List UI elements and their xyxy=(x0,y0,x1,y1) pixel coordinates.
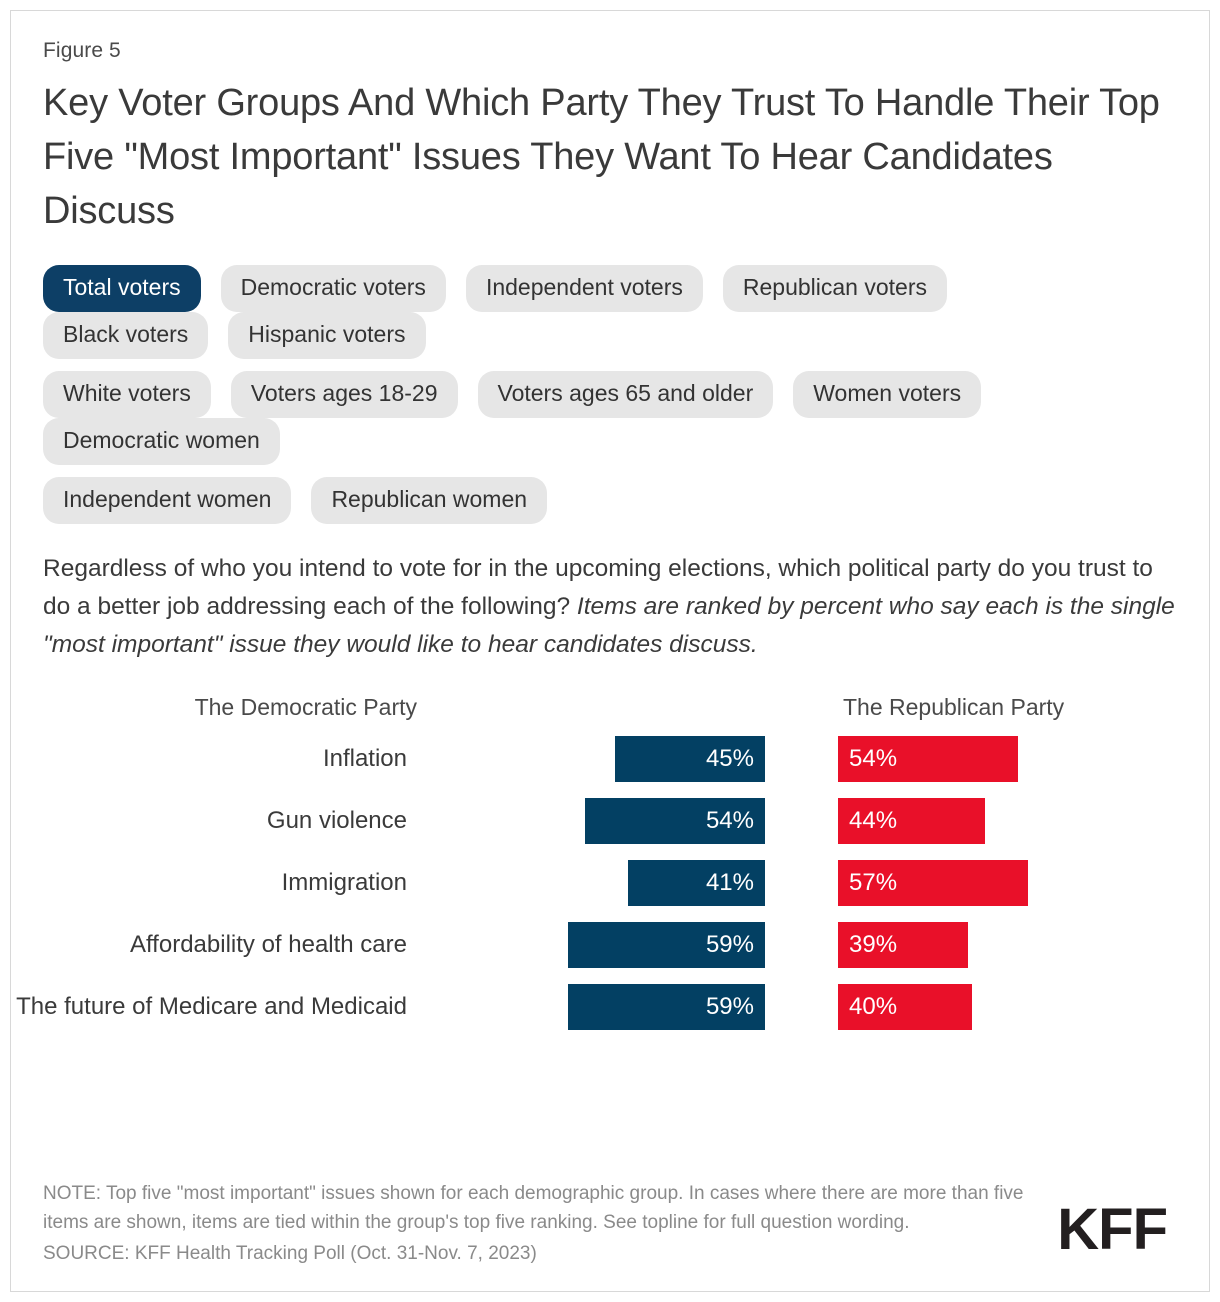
row-label-inflation: Inflation xyxy=(322,744,407,772)
figure-number: Figure 5 xyxy=(43,39,121,62)
tab-white-voters[interactable]: White voters xyxy=(43,370,211,418)
tab-total-voters[interactable]: Total voters xyxy=(43,264,201,312)
tab-independent-women[interactable]: Independent women xyxy=(43,476,292,524)
bar-republican-immigration: 57% xyxy=(838,859,1029,906)
bar-republican-future-of-medicare-and-medicaid: 40% xyxy=(838,983,972,1030)
kff-logo: KFF xyxy=(1057,1197,1168,1262)
bar-value-republican-gun-violence: 44% xyxy=(849,806,898,834)
figure-card: Figure 5 Key Voter Groups And Which Part… xyxy=(10,10,1210,1292)
bar-republican-gun-violence: 44% xyxy=(838,797,985,844)
tab-independent-voters[interactable]: Independent voters xyxy=(465,264,703,312)
bar-democratic-future-of-medicare-and-medicaid: 59% xyxy=(567,983,765,1030)
tab-group-2: White voters Voters ages 18-29 Voters ag… xyxy=(43,370,1148,465)
page-title: Key Voter Groups And Which Party They Tr… xyxy=(43,82,1160,232)
bar-value-democratic-immigration: 41% xyxy=(705,868,754,896)
row-label-gun-violence: Gun violence xyxy=(266,806,407,834)
bar-value-democratic-affordability-of-health-care: 59% xyxy=(705,930,754,958)
bar-value-republican-immigration: 57% xyxy=(849,868,898,896)
bar-value-democratic-gun-violence: 54% xyxy=(705,806,754,834)
bar-value-republican-future-of-medicare-and-medicaid: 40% xyxy=(849,992,898,1020)
note-text: NOTE: Top five "most important" issues s… xyxy=(43,1183,1024,1234)
bar-value-republican-inflation: 54% xyxy=(849,744,898,772)
tab-voters-ages-65-and-older[interactable]: Voters ages 65 and older xyxy=(477,370,774,418)
tab-democratic-voters[interactable]: Democratic voters xyxy=(220,264,446,312)
table-row: The future of Medicare and Medicaid 59% … xyxy=(16,983,1177,1030)
table-row: Immigration 41% 57% xyxy=(43,859,1177,906)
bar-democratic-gun-violence: 54% xyxy=(584,797,765,844)
tab-group-1: Total voters Democratic voters Independe… xyxy=(43,264,1148,359)
table-row: Affordability of health care 59% 39% xyxy=(43,921,1177,968)
bar-democratic-immigration: 41% xyxy=(628,859,765,906)
tab-group-3: Independent women Republican women xyxy=(43,476,1148,524)
figure-content: Figure 5 Key Voter Groups And Which Part… xyxy=(11,11,1209,1034)
tab-hispanic-voters[interactable]: Hispanic voters xyxy=(228,311,426,359)
bar-republican-affordability-of-health-care: 39% xyxy=(838,921,969,968)
source-text: SOURCE: KFF Health Tracking Poll (Oct. 3… xyxy=(43,1243,537,1265)
demographic-tabs: Total voters Democratic voters Independe… xyxy=(43,264,1177,524)
bar-chart: The Democratic Party The Republican Part… xyxy=(16,694,1177,1034)
legend-republican-party: The Republican Party xyxy=(843,693,1065,720)
bar-value-democratic-inflation: 45% xyxy=(705,744,754,772)
tab-republican-voters[interactable]: Republican voters xyxy=(722,264,947,312)
chart-legend: The Democratic Party The Republican Part… xyxy=(43,694,1177,730)
row-label-future-of-medicare-and-medicaid: The future of Medicare and Medicaid xyxy=(16,992,407,1020)
tab-women-voters[interactable]: Women voters xyxy=(793,370,982,418)
tab-republican-women[interactable]: Republican women xyxy=(311,476,548,524)
bar-democratic-inflation: 45% xyxy=(614,735,765,782)
figure-footer: NOTE: Top five "most important" issues s… xyxy=(43,1180,1177,1269)
table-row: Gun violence 54% 44% xyxy=(43,797,1177,844)
chart-rows: Inflation 45% 54% Gun violence 54% 44% I… xyxy=(16,735,1177,1046)
table-row: Inflation 45% 54% xyxy=(43,735,1177,782)
row-label-affordability-of-health-care: Affordability of health care xyxy=(129,930,407,958)
bar-value-democratic-future-of-medicare-and-medicaid: 59% xyxy=(705,992,754,1020)
bar-democratic-affordability-of-health-care: 59% xyxy=(567,921,765,968)
question-text: Regardless of who you intend to vote for… xyxy=(43,550,1177,664)
bar-value-republican-affordability-of-health-care: 39% xyxy=(849,930,898,958)
row-label-immigration: Immigration xyxy=(281,868,407,896)
tab-democratic-women[interactable]: Democratic women xyxy=(43,417,280,465)
legend-democratic-party: The Democratic Party xyxy=(194,693,417,720)
bar-republican-inflation: 54% xyxy=(838,735,1019,782)
tab-black-voters[interactable]: Black voters xyxy=(43,311,209,359)
tab-voters-ages-18-29[interactable]: Voters ages 18-29 xyxy=(230,370,458,418)
